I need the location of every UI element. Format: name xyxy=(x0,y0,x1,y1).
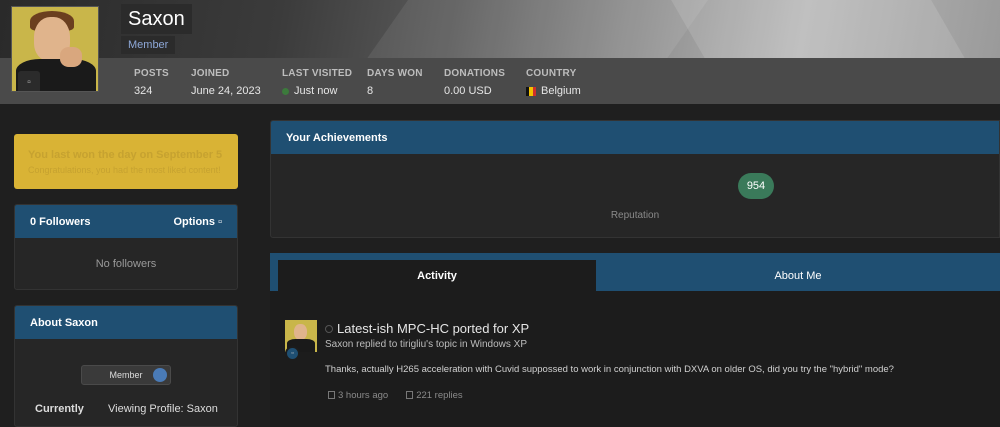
reputation-badge[interactable]: 954 xyxy=(738,173,774,199)
achievements-panel: Your Achievements 954 Reputation xyxy=(270,120,1000,238)
comment-icon xyxy=(406,391,414,399)
followers-panel: 0 Followers Options ▫ No followers xyxy=(14,204,238,290)
stat-donations: DONATIONS 0.00 USD xyxy=(444,68,506,97)
online-status-icon xyxy=(282,87,289,95)
activity-item-title[interactable]: Latest-ish MPC-HC ported for XP xyxy=(325,321,529,336)
reply-type-icon: ▫ xyxy=(285,346,300,361)
stat-last-visited: LAST VISITED Just now xyxy=(282,68,353,97)
stat-days-won: DAYS WON 8 xyxy=(367,68,423,97)
followers-title: 0 Followers xyxy=(30,215,91,228)
camera-icon[interactable]: ▫ xyxy=(18,71,40,91)
profile-avatar[interactable]: ▫ xyxy=(11,6,99,92)
member-group-badge: Member xyxy=(81,365,171,385)
currently-row: Currently Viewing Profile: Saxon xyxy=(35,403,218,415)
activity-item-meta: 3 hours ago 221 replies xyxy=(328,390,463,401)
chevron-down-icon: ▫ xyxy=(218,215,222,228)
followers-options-button[interactable]: Options ▫ xyxy=(173,216,222,228)
clock-icon xyxy=(328,391,335,399)
profile-name: Saxon xyxy=(121,4,192,34)
stat-posts: POSTS 324 xyxy=(134,68,169,97)
reputation-label: Reputation xyxy=(610,210,660,221)
day-won-banner: You last won the day on September 5 Cong… xyxy=(14,134,238,189)
unread-indicator-icon xyxy=(325,324,333,333)
activity-replies: 221 replies xyxy=(406,390,463,401)
no-followers-text: No followers xyxy=(95,258,157,270)
tab-activity[interactable]: Activity xyxy=(278,260,596,291)
achievements-title: Your Achievements xyxy=(286,131,388,144)
about-title: About Saxon xyxy=(30,316,98,329)
activity-time: 3 hours ago xyxy=(328,390,388,401)
profile-tabs: Activity About Me xyxy=(270,253,1000,291)
member-mascot-icon xyxy=(153,368,167,382)
stat-joined: JOINED June 24, 2023 xyxy=(191,68,261,97)
about-panel: About Saxon Member Currently Viewing Pro… xyxy=(14,305,238,427)
stat-country: COUNTRY Belgium xyxy=(526,68,581,97)
profile-rank: Member xyxy=(121,36,176,54)
activity-item-subtitle: Saxon replied to tirigliu's topic in Win… xyxy=(325,339,528,350)
tab-about-me[interactable]: About Me xyxy=(596,260,1000,291)
belgium-flag-icon xyxy=(526,86,536,96)
activity-item-snippet: Thanks, actually H265 acceleration with … xyxy=(325,364,894,375)
profile-page: ▫ Saxon Member POSTS 324 JOINED June 24,… xyxy=(0,0,1000,427)
activity-stream: ▫ Latest-ish MPC-HC ported for XP Saxon … xyxy=(270,291,1000,427)
